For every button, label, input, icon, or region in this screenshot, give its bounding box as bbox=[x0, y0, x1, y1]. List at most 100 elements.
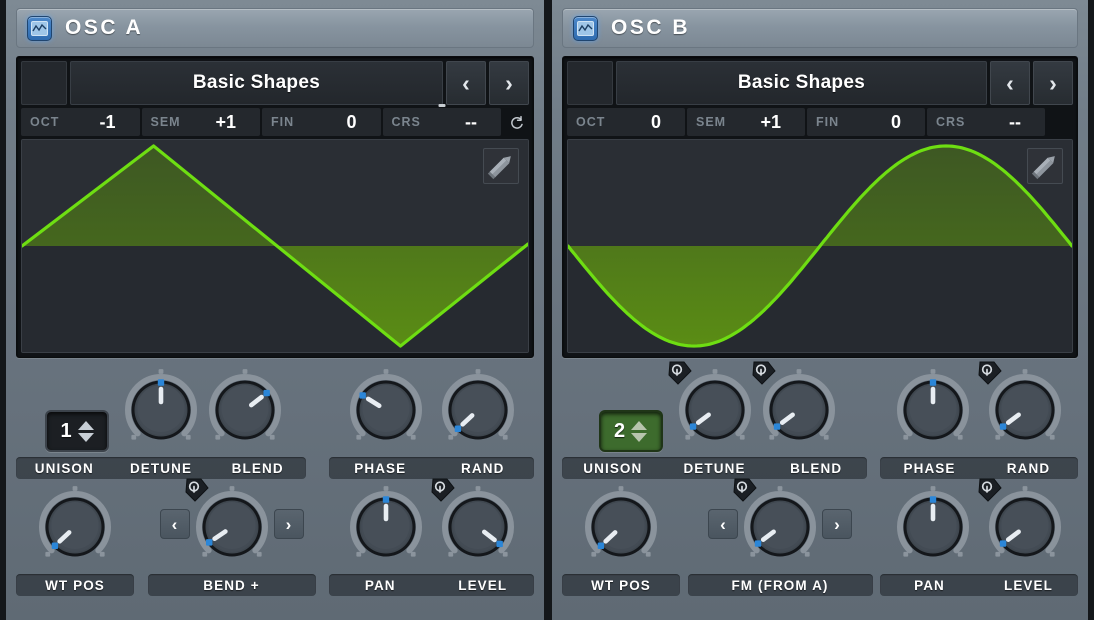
osc-a-bend-knob[interactable] bbox=[184, 478, 274, 569]
osc-b-level-knob[interactable] bbox=[978, 478, 1067, 569]
wt-pos-knob-dial[interactable] bbox=[33, 485, 117, 569]
stepper-up-icon[interactable] bbox=[631, 420, 648, 430]
osc-a-bend-group-labels: BEND + bbox=[147, 574, 316, 596]
osc-a-blend-knob[interactable] bbox=[203, 368, 287, 452]
osc-a-phase-group-labels: PHASE RAND bbox=[329, 457, 534, 479]
osc-a-unison-group: 1 UNISON DETUNE BLEND bbox=[16, 368, 306, 479]
osc-b-wt-pos-knob-cell bbox=[575, 485, 667, 569]
osc-a-pitch-row: OCT -1 SEM +1 FIN 0 CRS -- bbox=[21, 108, 529, 136]
osc-a-pitch-sem[interactable]: SEM +1 bbox=[141, 108, 260, 136]
osc-a-bend-prev-button[interactable]: ‹ bbox=[159, 509, 190, 539]
osc-a-pan-level-group-label-0: PAN bbox=[364, 577, 396, 593]
osc-a-pitch-crs[interactable]: CRS -- bbox=[382, 108, 501, 136]
osc-b-fm-knob[interactable] bbox=[733, 478, 822, 569]
modulation-handle-icon[interactable] bbox=[732, 477, 758, 503]
osc-a-pitch-oct[interactable]: OCT -1 bbox=[21, 108, 140, 136]
osc-a-waveform-display[interactable] bbox=[21, 139, 529, 353]
osc-b-wt-pos-knob[interactable] bbox=[579, 485, 663, 569]
osc-a-title-bar: OSC A bbox=[16, 8, 534, 48]
osc-a-unison-group-label-1: DETUNE bbox=[129, 460, 193, 476]
osc-b-pitch-crs[interactable]: CRS -- bbox=[927, 108, 1045, 136]
osc-a-pan-knob[interactable] bbox=[344, 485, 428, 569]
pan-knob-dial[interactable] bbox=[344, 485, 428, 569]
osc-b-pitch-sem[interactable]: SEM +1 bbox=[687, 108, 805, 136]
osc-b-waveform-display[interactable] bbox=[567, 139, 1073, 353]
osc-a-pitch-fin[interactable]: FIN 0 bbox=[262, 108, 381, 136]
osc-a-preset-next-button[interactable]: › bbox=[489, 61, 529, 105]
modulation-handle-icon[interactable] bbox=[430, 477, 456, 503]
osc-a-edit-waveform-button[interactable] bbox=[483, 148, 519, 184]
reset-loop-icon[interactable] bbox=[508, 114, 525, 131]
osc-b-pitch-fin[interactable]: FIN 0 bbox=[807, 108, 925, 136]
oscillator-waveform-glyph bbox=[31, 20, 48, 36]
pan-knob-dial[interactable] bbox=[891, 485, 975, 569]
osc-a-bend-knob-cell bbox=[184, 478, 274, 569]
osc-a-phase-group-label-0: PHASE bbox=[354, 460, 407, 476]
osc-b-pan-knob[interactable] bbox=[891, 485, 975, 569]
osc-b-phase-group-labels: PHASE RAND bbox=[880, 457, 1078, 479]
osc-a-bend-group: ‹ › BEND + bbox=[147, 478, 316, 596]
osc-a-panel: OSC A Basic Shapes ‹ › OCT -1 SEM +1 FIN… bbox=[0, 0, 547, 620]
osc-a-bend-next-button[interactable]: › bbox=[273, 509, 304, 539]
osc-b-unison-voices-stepper-arrows[interactable] bbox=[631, 420, 648, 442]
osc-b-blend-knob[interactable] bbox=[751, 361, 841, 452]
osc-a-pitch-sem-value: +1 bbox=[215, 111, 236, 132]
waveform-graph bbox=[22, 140, 528, 352]
phase-knob-dial[interactable] bbox=[891, 368, 975, 452]
modulation-handle-icon[interactable] bbox=[751, 360, 777, 386]
osc-a-unison-voices-stepper-cell: 1 bbox=[35, 410, 119, 452]
pencil-icon bbox=[1031, 156, 1055, 180]
oscillator-waveform-glyph bbox=[577, 20, 594, 36]
phase-knob-dial[interactable] bbox=[344, 368, 428, 452]
osc-a-preset-thumbnail[interactable] bbox=[21, 61, 67, 105]
osc-b-blend-knob-cell bbox=[751, 361, 841, 452]
osc-a-unison-voices-stepper-arrows[interactable] bbox=[77, 420, 94, 442]
osc-a-rand-knob[interactable] bbox=[436, 368, 520, 452]
modulation-handle-icon[interactable] bbox=[977, 360, 1003, 386]
rand-knob-dial[interactable] bbox=[436, 368, 520, 452]
osc-b-rand-knob[interactable] bbox=[978, 361, 1067, 452]
osc-a-reset-button[interactable] bbox=[503, 108, 529, 136]
osc-b-unison-voices-stepper-value: 2 bbox=[613, 419, 626, 442]
wt-pos-knob-dial[interactable] bbox=[579, 485, 663, 569]
osc-a-preset-prev-button[interactable]: ‹ bbox=[446, 61, 486, 105]
osc-b-detune-knob[interactable] bbox=[667, 361, 757, 452]
osc-b-enable-toggle[interactable] bbox=[573, 15, 598, 41]
osc-b-pitch-oct[interactable]: OCT 0 bbox=[567, 108, 685, 136]
modulation-handle-icon[interactable] bbox=[977, 477, 1003, 503]
osc-a-level-knob-cell bbox=[430, 478, 524, 569]
osc-b-edit-waveform-button[interactable] bbox=[1027, 148, 1063, 184]
osc-a-unison-voices-stepper[interactable]: 1 bbox=[45, 410, 109, 452]
osc-a-control-row-1: 1 UNISON DETUNE BLEND PHASE RAND bbox=[16, 368, 534, 479]
osc-a-phase-group-label-1: RAND bbox=[461, 460, 505, 476]
osc-b-fm-prev-button[interactable]: ‹ bbox=[708, 509, 738, 539]
stepper-up-icon[interactable] bbox=[77, 420, 94, 430]
stepper-down-icon[interactable] bbox=[77, 432, 94, 442]
osc-a-enable-toggle[interactable] bbox=[27, 15, 52, 41]
osc-a-phase-group-knobs bbox=[329, 368, 534, 452]
osc-a-bend-group-label-0: BEND + bbox=[203, 577, 260, 593]
osc-b-unison-voices-stepper[interactable]: 2 bbox=[598, 410, 663, 452]
osc-b-phase-knob[interactable] bbox=[891, 368, 975, 452]
osc-a-preset-name[interactable]: Basic Shapes bbox=[70, 61, 443, 105]
osc-b-preset-name[interactable]: Basic Shapes bbox=[616, 61, 987, 105]
detune-knob-dial[interactable] bbox=[119, 368, 203, 452]
modulation-handle-icon[interactable] bbox=[667, 360, 693, 386]
osc-b-preset-thumbnail[interactable] bbox=[567, 61, 613, 105]
osc-b-unison-group-labels: UNISON DETUNE BLEND bbox=[562, 457, 867, 479]
modulation-handle-icon[interactable] bbox=[184, 477, 210, 503]
osc-a-wt-pos-knob[interactable] bbox=[33, 485, 117, 569]
osc-b-pitch-sem-label: SEM bbox=[696, 115, 727, 129]
blend-knob-dial[interactable] bbox=[203, 368, 287, 452]
osc-b-pan-level-group-labels: PAN LEVEL bbox=[880, 574, 1078, 596]
osc-a-level-knob[interactable] bbox=[430, 478, 520, 569]
osc-b-fm-next-button[interactable]: › bbox=[822, 509, 852, 539]
osc-b-fm-group-label-0: FM (FROM A) bbox=[731, 577, 829, 593]
osc-a-label: OSC A bbox=[65, 16, 144, 39]
osc-a-phase-knob[interactable] bbox=[344, 368, 428, 452]
osc-b-preset-prev-button[interactable]: ‹ bbox=[990, 61, 1030, 105]
osc-b-preset-next-button[interactable]: › bbox=[1033, 61, 1073, 105]
osc-b-fm-group-knobs: ‹ › bbox=[688, 478, 873, 569]
osc-a-detune-knob[interactable] bbox=[119, 368, 203, 452]
stepper-down-icon[interactable] bbox=[631, 432, 648, 442]
